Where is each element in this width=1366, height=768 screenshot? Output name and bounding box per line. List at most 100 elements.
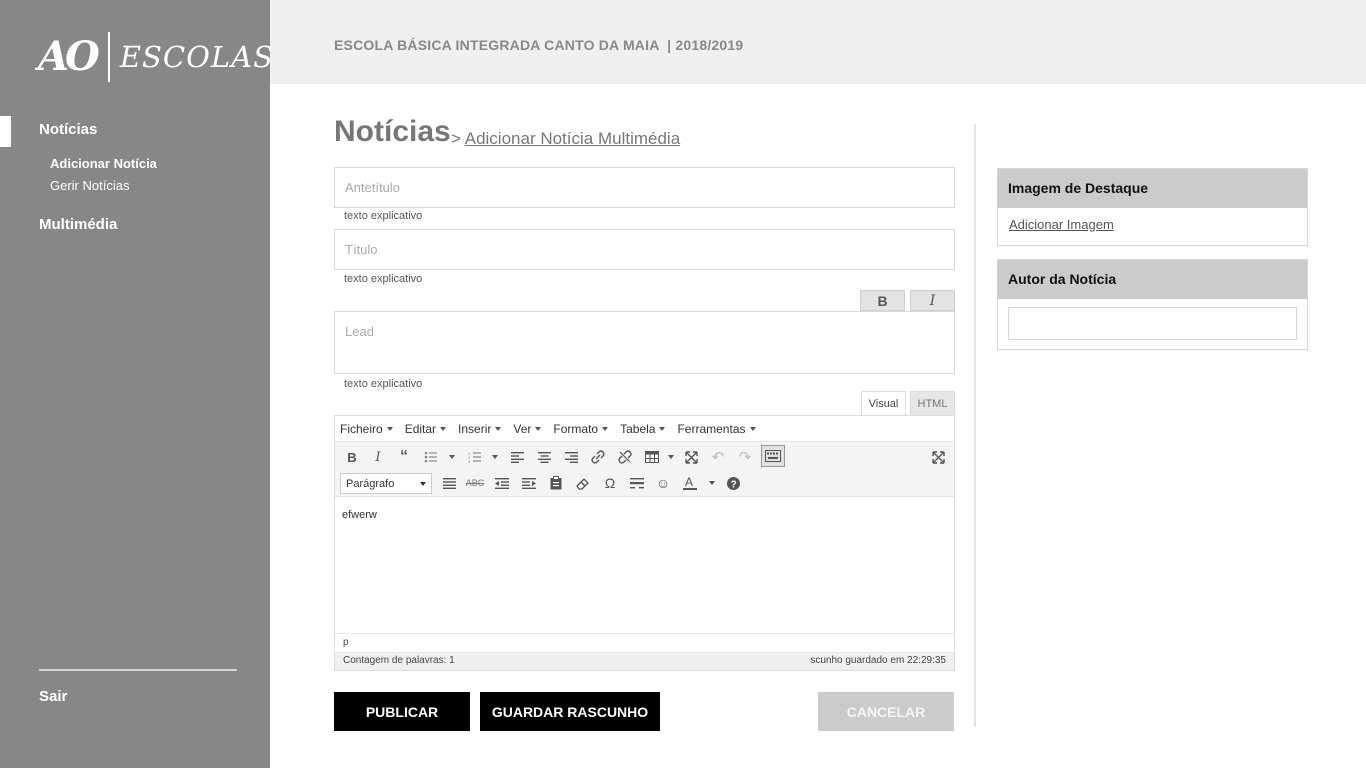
lead-help: texto explicativo <box>344 378 423 390</box>
publish-button[interactable]: PUBLICAR <box>334 692 470 731</box>
undo-icon[interactable]: ↶ <box>709 448 727 466</box>
featured-image-title: Imagem de Destaque <box>998 169 1307 208</box>
strikethrough-icon[interactable]: ABC <box>466 474 485 492</box>
cancel-button[interactable]: CANCELAR <box>818 692 954 731</box>
menu-formato[interactable]: Formato <box>553 421 609 436</box>
menu-editar[interactable]: Editar <box>404 421 447 436</box>
table-icon[interactable] <box>643 448 661 466</box>
format-select-value: Parágrafo <box>346 477 395 490</box>
fullscreen-icon[interactable] <box>682 448 700 466</box>
lead-textarea[interactable]: Lead <box>334 311 955 374</box>
save-draft-button[interactable]: GUARDAR RASCUNHO <box>480 692 660 731</box>
antetitulo-placeholder: Antetítulo <box>345 180 400 195</box>
menu-ficheiro[interactable]: Ficheiro <box>340 422 393 436</box>
align-right-icon[interactable] <box>562 448 580 466</box>
chevron-down-icon <box>495 426 502 431</box>
align-center-icon[interactable] <box>535 448 553 466</box>
italic-icon[interactable]: I <box>369 448 387 466</box>
lead-italic-button[interactable]: I <box>910 290 955 311</box>
bullet-list-icon[interactable] <box>422 448 440 466</box>
antetitulo-input[interactable]: Antetítulo <box>334 167 955 208</box>
emoticon-icon[interactable]: ☺ <box>654 474 672 492</box>
tab-html[interactable]: HTML <box>910 391 955 415</box>
titulo-input[interactable]: Título <box>334 229 955 270</box>
menu-label: Ver <box>513 421 532 436</box>
paragraph-format-select[interactable]: Parágrafo <box>340 473 432 494</box>
breadcrumb-link[interactable]: Adicionar Notícia Multimédia <box>465 129 680 148</box>
menu-ferramentas[interactable]: Ferramentas <box>677 421 756 436</box>
menu-tabela[interactable]: Tabela <box>620 422 666 436</box>
logo[interactable]: AO ESCOLAS <box>38 31 274 83</box>
subnav-item-adicionar-noticia[interactable]: Adicionar Notícia <box>50 156 157 171</box>
logout-link[interactable]: Sair <box>39 688 67 705</box>
unlink-icon[interactable] <box>616 448 634 466</box>
page-title: Notícias <box>334 115 451 148</box>
chevron-down-icon <box>420 482 426 486</box>
column-divider <box>974 124 976 727</box>
menu-inserir[interactable]: Inserir <box>458 422 502 436</box>
chevron-down-icon[interactable] <box>484 448 502 466</box>
menu-label: Ficheiro <box>340 421 383 436</box>
paste-text-icon[interactable] <box>547 474 565 492</box>
titulo-help: texto explicativo <box>344 273 423 285</box>
nav-item-multimedia[interactable]: Multimédia <box>39 216 117 233</box>
chevron-down-icon <box>659 426 666 431</box>
link-icon[interactable] <box>589 448 607 466</box>
expand-icon[interactable] <box>929 448 947 466</box>
nav-active-indicator <box>0 116 11 147</box>
breadcrumb: > Adicionar Notícia Multimédia <box>451 129 680 149</box>
menu-label: Ferramentas <box>677 421 746 436</box>
chevron-down-icon <box>535 426 542 431</box>
redo-icon[interactable]: ↷ <box>736 448 754 466</box>
lead-placeholder: Lead <box>345 324 374 339</box>
add-image-link[interactable]: Adicionar Imagem <box>998 208 1307 241</box>
editor-toolbar: B I “ 123 ↶ ↷ Parágrafo ABC Ω ☺ A ? <box>335 442 954 497</box>
chevron-down-icon <box>386 426 393 431</box>
eraser-icon[interactable] <box>574 474 592 492</box>
svg-text:A: A <box>685 475 693 489</box>
align-left-icon[interactable] <box>508 448 526 466</box>
author-input[interactable] <box>1008 307 1297 340</box>
featured-image-panel: Imagem de Destaque Adicionar Imagem <box>997 168 1308 246</box>
chevron-down-icon <box>749 426 756 431</box>
menu-ver[interactable]: Ver <box>513 421 542 436</box>
word-count: Contagem de palavras: 1 <box>343 655 455 666</box>
subnav-item-gerir-noticias[interactable]: Gerir Notícias <box>50 178 129 193</box>
sidebar: AO ESCOLAS Notícias Adicionar Notícia Ge… <box>0 0 273 768</box>
help-icon[interactable]: ? <box>724 474 742 492</box>
blockquote-icon[interactable]: “ <box>395 448 413 466</box>
chevron-down-icon[interactable] <box>701 474 719 492</box>
justify-icon[interactable] <box>440 474 458 492</box>
menu-label: Editar <box>404 421 437 436</box>
author-panel: Autor da Notícia <box>997 259 1308 350</box>
autosave-status: scunho guardado em 22:29:35 <box>810 655 946 666</box>
svg-text:?: ? <box>730 479 736 490</box>
numbered-list-icon[interactable]: 123 <box>466 448 484 466</box>
editor-statusbar: Contagem de palavras: 1 scunho guardado … <box>335 652 954 670</box>
menu-label: Formato <box>553 421 599 436</box>
editor-content[interactable]: efwerw <box>335 497 954 633</box>
svg-text:3: 3 <box>468 459 471 463</box>
text-color-icon[interactable]: A <box>681 474 699 492</box>
nav-item-noticias[interactable]: Notícias <box>39 121 97 138</box>
tab-visual[interactable]: Visual <box>861 391 906 415</box>
titulo-placeholder: Título <box>345 242 378 257</box>
chevron-down-icon <box>602 426 609 431</box>
rich-text-editor: Ficheiro Editar Inserir Ver Formato Tabe… <box>334 415 955 671</box>
antetitulo-help: texto explicativo <box>344 210 423 222</box>
omega-icon[interactable]: Ω <box>601 474 619 492</box>
top-header: ESCOLA BÁSICA INTEGRADA CANTO DA MAIA | … <box>270 0 1366 84</box>
outdent-icon[interactable] <box>493 474 511 492</box>
keyboard-toggle-icon[interactable] <box>761 445 785 467</box>
editor-menubar: Ficheiro Editar Inserir Ver Formato Tabe… <box>335 416 954 442</box>
bold-icon[interactable]: B <box>343 448 361 466</box>
breadcrumb-separator: > <box>451 129 461 148</box>
editor-path: p <box>335 633 954 652</box>
indent-icon[interactable] <box>520 474 538 492</box>
logo-text: ESCOLAS <box>119 39 274 74</box>
lead-bold-button[interactable]: B <box>860 290 905 311</box>
logo-divider <box>107 32 110 82</box>
chevron-down-icon[interactable] <box>660 448 678 466</box>
horizontal-rule-icon[interactable] <box>628 474 646 492</box>
chevron-down-icon[interactable] <box>441 448 459 466</box>
